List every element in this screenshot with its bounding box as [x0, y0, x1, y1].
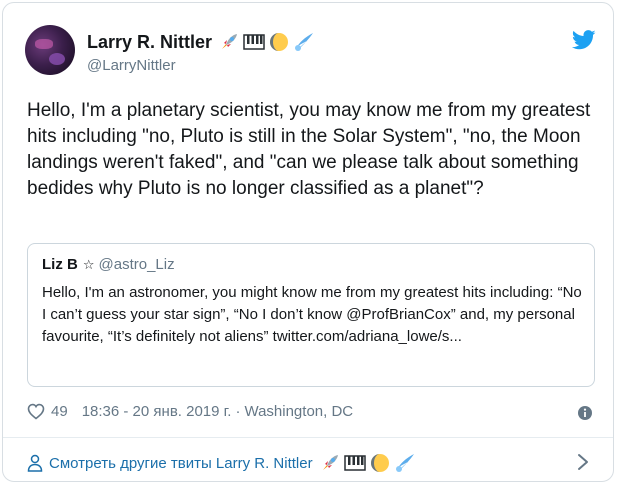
moon-icon [370, 454, 389, 472]
heart-icon[interactable] [27, 403, 45, 420]
quoted-author-handle: @astro_Liz [98, 256, 175, 273]
footer-divider [3, 437, 613, 438]
meta-separator: · [235, 403, 241, 420]
rocket-icon [322, 455, 338, 470]
moon-icon [270, 33, 289, 51]
like-count[interactable]: 49 [51, 403, 68, 420]
avatar[interactable] [25, 25, 75, 75]
tweet-location[interactable]: Washington, DC [244, 403, 353, 420]
comet-icon [295, 33, 314, 51]
tweet-text: Hello, I'm a planetary scientist, you ma… [27, 100, 591, 199]
chevron-right-icon[interactable] [577, 453, 589, 471]
quoted-author-name: Liz B [42, 256, 78, 273]
author-name[interactable]: Larry R. Nittler [87, 32, 212, 53]
more-tweets-link[interactable]: Смотреть другие твиты Larry R. Nittler [27, 452, 416, 474]
person-icon [27, 454, 43, 472]
quoted-tweet-text: Hello, I'm an astronomer, you might know… [42, 284, 582, 345]
footer-emojis [319, 452, 416, 474]
comet-icon [395, 454, 414, 472]
quoted-author-star: ☆ [82, 256, 95, 272]
rocket-icon [222, 34, 238, 49]
piano-keys-icon [243, 34, 265, 50]
tweet-meta: 49 18:36 - 20 янв. 2019 г. · Washington,… [27, 403, 353, 420]
embedded-tweet-card: Larry R. Nittler @LarryNittler Hello, I'… [2, 2, 614, 482]
tweet-timestamp[interactable]: 18:36 - 20 янв. 2019 г. [82, 403, 232, 420]
author-name-row: Larry R. Nittler [87, 31, 315, 53]
author-handle[interactable]: @LarryNittler [87, 57, 176, 74]
twitter-bird-icon[interactable] [572, 30, 596, 50]
author-name-emojis [218, 31, 315, 53]
piano-keys-icon [343, 455, 366, 471]
quoted-tweet-header: Liz B ☆ @astro_Liz [42, 256, 175, 273]
more-tweets-label: Смотреть другие твиты Larry R. Nittler [49, 454, 313, 472]
info-icon[interactable] [577, 405, 593, 421]
quoted-tweet[interactable]: Liz B ☆ @astro_Liz Hello, I'm an astrono… [27, 243, 595, 387]
